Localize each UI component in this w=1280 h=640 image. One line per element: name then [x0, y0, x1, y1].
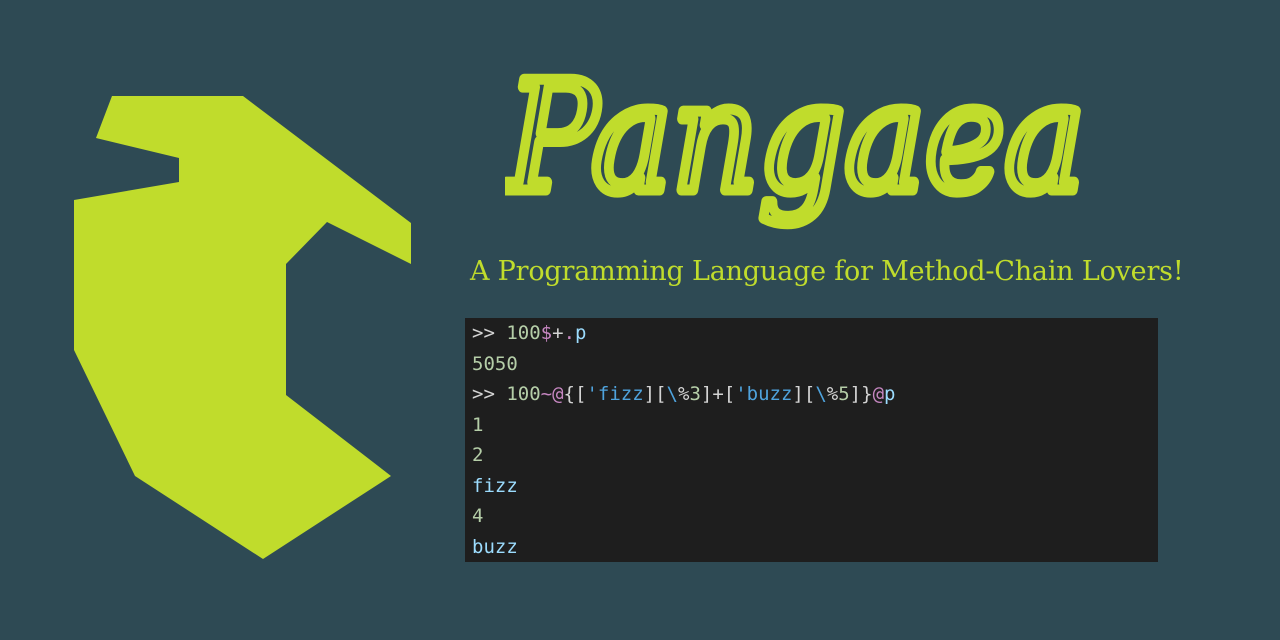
code-token: % [677, 383, 690, 405]
code-token: ]+[ [700, 383, 736, 405]
code-token: \ [666, 383, 678, 405]
code-token: 100 [506, 322, 541, 344]
code-token: ~@ [540, 383, 564, 405]
terminal-output-line: fizz [472, 471, 1151, 502]
code-token: ]} [849, 383, 873, 405]
code-token: . [563, 322, 576, 344]
code-token: p [575, 322, 587, 344]
code-token: 2 [472, 444, 484, 466]
tagline: A Programming Language for Method-Chain … [470, 256, 1184, 287]
terminal-window: >> 100$+.p 5050 >> 100~@{['fizz][\%3]+['bu… [465, 318, 1158, 562]
terminal-output-line: 4 [472, 501, 1151, 532]
code-token: 1 [472, 413, 484, 436]
terminal-output-line: 5050 [472, 349, 1151, 380]
code-token: 'buzz [735, 383, 793, 405]
code-token: >> [472, 322, 507, 344]
code-token: {[ [563, 383, 587, 405]
terminal-output-line: buzz [472, 532, 1151, 563]
code-token: $ [540, 322, 553, 344]
code-token: % [826, 383, 839, 405]
brand-name: Pangaea [505, 49, 1085, 226]
code-token: buzz [472, 535, 518, 558]
terminal-output-line: 2 [472, 440, 1151, 471]
code-token: ][ [643, 383, 667, 405]
code-token: 3 [689, 383, 701, 405]
code-token: 5 [838, 383, 850, 405]
terminal-input-line: >> 100$+.p [472, 318, 1151, 349]
code-token: @ [872, 383, 885, 405]
code-token: >> [472, 383, 507, 405]
code-token: 'fizz [586, 383, 644, 405]
code-token: \ [815, 383, 827, 405]
terminal-output-line: 1 [472, 410, 1151, 441]
code-token: p [884, 383, 896, 405]
code-token: 5050 [472, 352, 518, 375]
terminal-input-line: >> 100~@{['fizz][\%3]+['buzz][\%5]}@p [472, 379, 1151, 410]
code-token: + [552, 322, 564, 344]
code-token: 100 [506, 383, 541, 405]
pangaea-logo-icon [74, 96, 411, 559]
code-token: ][ [792, 383, 816, 405]
code-token: fizz [472, 474, 518, 497]
wordmark: Pangaea [505, 44, 1091, 232]
code-token: 4 [472, 505, 484, 527]
